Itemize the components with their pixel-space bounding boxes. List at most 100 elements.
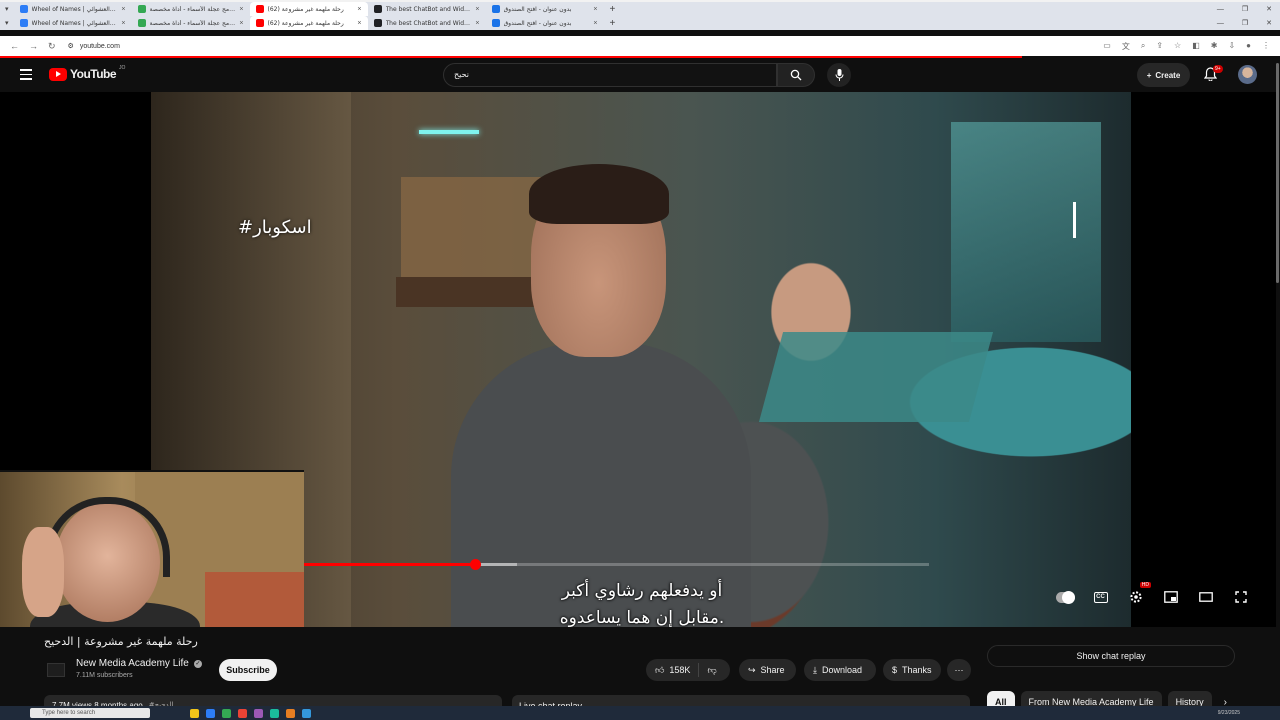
like-count[interactable]: 158K [669,665,690,675]
tab-close-icon[interactable]: × [239,20,243,27]
tab-close-icon[interactable]: × [475,6,479,13]
youtube-logo[interactable]: YouTube JO [49,65,125,81]
frame-lamp [419,130,479,134]
subscribe-button[interactable]: Subscribe [219,659,277,681]
restore-icon[interactable]: ❐ [1242,5,1248,13]
browser-tab-active[interactable]: رحلة ملهمة غير مشروعة (62) × [249,16,368,30]
progress-played [304,563,475,566]
profile-icon[interactable]: ● [1246,41,1251,52]
extension-icon[interactable]: ◧ [1192,41,1200,52]
gear-icon [1129,591,1142,603]
cast-icon[interactable]: ▭ [1103,41,1111,52]
close-window-icon[interactable]: ✕ [1266,19,1272,27]
tab-close-icon[interactable]: × [121,6,125,13]
create-button[interactable]: + Create [1137,63,1190,87]
tab-search-icon[interactable]: ▾ [0,5,14,13]
translate-icon[interactable]: 文 [1122,41,1130,52]
progress-bar[interactable] [304,559,929,570]
taskbar-app-icon[interactable] [302,708,311,718]
url-field[interactable]: ⚙ youtube.com [68,42,120,51]
theater-mode-button[interactable] [1196,588,1215,606]
thanks-button[interactable]: $ Thanks [883,659,941,681]
taskbar-app-icon[interactable] [190,708,199,718]
share-button[interactable]: ↪ Share [739,659,796,681]
search-input[interactable] [454,70,766,79]
browser-tab[interactable]: Wheel of Names | رسم العشوائي× [14,16,132,30]
taskbar-app-icon[interactable] [206,708,215,718]
autoplay-toggle[interactable] [1056,588,1075,606]
notification-badge: 9+ [1213,65,1223,73]
player-right-controls: CC HD [1056,582,1250,606]
reload-icon[interactable]: ↻ [48,41,56,52]
browser-menu-icon[interactable]: ⋮ [1262,41,1270,52]
page-scrollbar[interactable] [1276,58,1280,718]
forward-icon[interactable]: → [29,41,38,52]
browser-tab-active[interactable]: رحلة ملهمة غير مشروعة (62) × [249,2,368,16]
captions-button[interactable]: CC [1091,588,1110,606]
taskbar-app-icon[interactable] [222,708,231,718]
settings-button[interactable]: HD [1126,582,1151,606]
bookmark-star-icon[interactable]: ☆ [1174,41,1181,52]
tab-search-icon[interactable]: ▾ [0,19,14,27]
site-info-icon[interactable]: ⚙ [68,42,74,50]
youtube-wordmark: YouTube [70,67,117,81]
fullscreen-button[interactable] [1231,588,1250,606]
browser-tab[interactable]: The best ChatBot and Widgets × [368,16,486,30]
restore-icon[interactable]: ❐ [1242,19,1248,27]
progress-scrubber[interactable] [469,559,481,570]
tab-close-icon[interactable]: × [475,20,479,27]
tab-close-icon[interactable]: × [357,6,361,13]
tab-close-icon[interactable]: × [593,6,597,13]
tab-title: بدون عنوان - افتح الصندوق [503,5,572,13]
zoom-icon[interactable]: ⌕ [1141,41,1145,52]
taskbar-clock[interactable]: 9/23/2025 [1218,710,1240,716]
thumbs-up-icon[interactable]: 👍︎ [655,665,664,676]
minimize-icon[interactable]: — [1217,6,1224,13]
minimize-icon[interactable]: — [1217,20,1224,27]
download-tray-icon[interactable]: ⇩ [1228,41,1235,52]
subtitle-line: مقابل إن هما يساعدوه. [559,608,725,627]
taskbar-app-icon[interactable] [270,708,279,718]
search-box[interactable] [443,63,777,87]
new-tab-button[interactable]: + [604,18,622,29]
share-page-icon[interactable]: ⇪ [1156,41,1163,52]
tab-close-icon[interactable]: × [593,20,597,27]
theater-icon [1198,592,1213,602]
taskbar-search[interactable]: Type here to search [30,708,150,718]
browser-tab[interactable]: برنامج عجلة الأسماء - أداة مخصصة × [132,2,250,16]
channel-avatar[interactable] [47,663,65,677]
account-avatar[interactable] [1238,65,1257,84]
taskbar-app-icon[interactable] [254,708,263,718]
thanks-icon: $ [892,665,898,675]
thanks-label: Thanks [902,665,932,675]
more-actions-button[interactable]: ⋯ [947,659,971,681]
miniplayer-button[interactable] [1161,588,1180,606]
voice-search-button[interactable] [827,63,851,87]
browser-tab[interactable]: بدون عنوان - افتح الصندوق × [486,16,604,30]
tab-close-icon[interactable]: × [357,20,361,27]
subscriber-count: 7.11M subscribers [76,672,133,679]
download-button[interactable]: ⤓ Download [804,659,876,681]
browser-tab[interactable]: بدون عنوان - افتح الصندوق × [486,2,604,16]
close-window-icon[interactable]: ✕ [1266,5,1272,13]
search-button[interactable] [777,63,815,87]
browser-tab[interactable]: Wheel of Names | رسم العشوائي× [14,2,132,16]
tab-close-icon[interactable]: × [239,6,243,13]
browser-tab[interactable]: The best ChatBot and Widgets × [368,2,486,16]
taskbar-app-icon[interactable] [238,708,247,718]
tab-close-icon[interactable]: × [121,20,125,27]
channel-name-link[interactable]: New Media Academy Life ✓ [76,658,202,669]
puzzle-icon[interactable]: ✱ [1211,41,1218,52]
taskbar-app-icon[interactable] [286,708,295,718]
menu-hamburger-icon[interactable] [20,69,32,83]
fullscreen-icon [1234,591,1247,603]
download-icon: ⤓ [813,664,817,675]
thumbs-down-icon[interactable]: 👎︎ [707,665,716,676]
back-icon[interactable]: ← [10,41,19,52]
show-chat-replay-button[interactable]: Show chat replay [987,645,1235,667]
tab-favicon [491,19,500,27]
tab-favicon [373,19,382,27]
browser-tab[interactable]: برنامج عجلة الأسماء - أداة مخصصة × [132,16,250,30]
scrollbar-thumb[interactable] [1276,63,1279,283]
new-tab-button[interactable]: + [604,4,622,15]
